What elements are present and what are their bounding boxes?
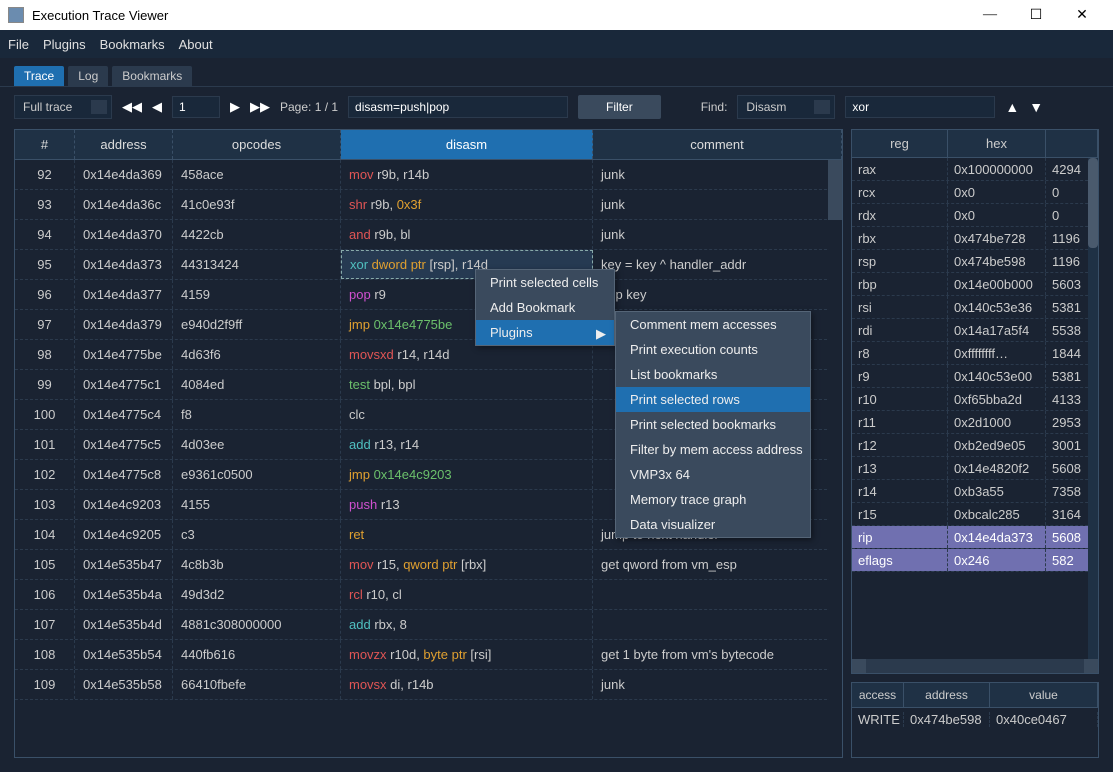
reg-row[interactable]: r130x14e4820f25608 xyxy=(852,457,1098,480)
reg-row[interactable]: rbx0x474be7281196 xyxy=(852,227,1098,250)
tab-log[interactable]: Log xyxy=(68,66,108,86)
reg-row[interactable]: r80xffffffff…1844 xyxy=(852,342,1098,365)
access-row[interactable]: WRITE0x474be5980x40ce0467 xyxy=(852,708,1098,730)
table-row[interactable]: 960x14e4da3774159pop r9pop key xyxy=(15,280,842,310)
app-icon xyxy=(8,7,24,23)
tabs: TraceLogBookmarks xyxy=(0,58,1113,86)
col-disasm[interactable]: disasm xyxy=(341,130,593,159)
tab-trace[interactable]: Trace xyxy=(14,66,64,86)
reg-row[interactable]: rdx0x00 xyxy=(852,204,1098,227)
ctx-plugins[interactable]: Plugins▶ xyxy=(476,320,614,345)
access-header: accessaddressvalue xyxy=(852,683,1098,708)
context-menu[interactable]: Print selected cellsAdd BookmarkPlugins▶ xyxy=(475,269,615,346)
acc-col-access[interactable]: access xyxy=(852,683,904,707)
reg-row[interactable]: r100xf65bba2d4133 xyxy=(852,388,1098,411)
table-row[interactable]: 930x14e4da36c41c0e93fshr r9b, 0x3fjunk xyxy=(15,190,842,220)
table-row[interactable]: 1090x14e535b5866410fbefemovsx di, r14bju… xyxy=(15,670,842,700)
find-label: Find: xyxy=(701,100,728,114)
ctx-print-execution-counts[interactable]: Print execution counts xyxy=(616,337,810,362)
minimize-button[interactable]: — xyxy=(967,0,1013,30)
table-row[interactable]: 1070x14e535b4d4881c308000000add rbx, 8 xyxy=(15,610,842,640)
filter-button[interactable]: Filter xyxy=(578,95,661,119)
close-button[interactable]: ✕ xyxy=(1059,0,1105,30)
scrollbar-v[interactable] xyxy=(1088,158,1098,659)
table-row[interactable]: 920x14e4da369458acemov r9b, r14bjunk xyxy=(15,160,842,190)
access-panel: accessaddressvalue WRITE0x474be5980x40ce… xyxy=(851,682,1099,758)
reg-col-reg[interactable]: reg xyxy=(852,130,948,157)
page-input[interactable] xyxy=(172,96,220,118)
reg-row[interactable]: rcx0x00 xyxy=(852,181,1098,204)
scrollbar-h[interactable] xyxy=(852,659,1098,673)
reg-row[interactable]: rdi0x14a17a5f45538 xyxy=(852,319,1098,342)
context-submenu[interactable]: Comment mem accessesPrint execution coun… xyxy=(615,311,811,538)
ctx-filter-by-mem-access-address[interactable]: Filter by mem access address xyxy=(616,437,810,462)
toolbar: Full trace ◀◀ ◀ ▶ ▶▶ Page: 1 / 1 Filter … xyxy=(0,86,1113,129)
trace-header: #addressopcodesdisasmcomment xyxy=(15,130,842,160)
ctx-print-selected-cells[interactable]: Print selected cells xyxy=(476,270,614,295)
reg-header: reghex xyxy=(852,130,1098,158)
registers-panel: reghex rax0x1000000004294rcx0x00rdx0x00r… xyxy=(851,129,1099,674)
reg-row[interactable]: r120xb2ed9e053001 xyxy=(852,434,1098,457)
find-next-button[interactable]: ▼ xyxy=(1029,99,1043,115)
find-input[interactable] xyxy=(845,96,995,118)
reg-col-val[interactable] xyxy=(1046,130,1098,157)
prev-page-button[interactable]: ◀ xyxy=(152,99,162,115)
last-page-button[interactable]: ▶▶ xyxy=(250,99,270,115)
ctx-list-bookmarks[interactable]: List bookmarks xyxy=(616,362,810,387)
ctx-print-selected-rows[interactable]: Print selected rows xyxy=(616,387,810,412)
ctx-data-visualizer[interactable]: Data visualizer xyxy=(616,512,810,537)
table-row[interactable]: 950x14e4da37344313424xor dword ptr [rsp]… xyxy=(15,250,842,280)
access-body[interactable]: WRITE0x474be5980x40ce0467 xyxy=(852,708,1098,730)
table-row[interactable]: 1060x14e535b4a49d3d2rcl r10, cl xyxy=(15,580,842,610)
maximize-button[interactable]: ☐ xyxy=(1013,0,1059,30)
reg-row[interactable]: rsi0x140c53e365381 xyxy=(852,296,1098,319)
menu-bookmarks[interactable]: Bookmarks xyxy=(100,37,165,52)
reg-row[interactable]: rsp0x474be5981196 xyxy=(852,250,1098,273)
find-prev-button[interactable]: ▲ xyxy=(1005,99,1019,115)
window-title: Execution Trace Viewer xyxy=(32,8,967,23)
reg-row[interactable]: r150xbcalc2853164 xyxy=(852,503,1098,526)
table-row[interactable]: 940x14e4da3704422cband r9b, bljunk xyxy=(15,220,842,250)
col-opcodes[interactable]: opcodes xyxy=(173,130,341,159)
ctx-comment-mem-accesses[interactable]: Comment mem accesses xyxy=(616,312,810,337)
menu-file[interactable]: File xyxy=(8,37,29,52)
table-row[interactable]: 1050x14e535b474c8b3bmov r15, qword ptr [… xyxy=(15,550,842,580)
col-address[interactable]: address xyxy=(75,130,173,159)
ctx-add-bookmark[interactable]: Add Bookmark xyxy=(476,295,614,320)
filter-input[interactable] xyxy=(348,96,568,118)
tab-bookmarks[interactable]: Bookmarks xyxy=(112,66,192,86)
menubar: File Plugins Bookmarks About xyxy=(0,30,1113,58)
find-mode-dropdown[interactable]: Disasm xyxy=(737,95,835,119)
table-row[interactable]: 1080x14e535b54440fb616movzx r10d, byte p… xyxy=(15,640,842,670)
ctx-print-selected-bookmarks[interactable]: Print selected bookmarks xyxy=(616,412,810,437)
next-page-button[interactable]: ▶ xyxy=(230,99,240,115)
page-label: Page: 1 / 1 xyxy=(280,100,338,114)
scope-dropdown[interactable]: Full trace xyxy=(14,95,112,119)
reg-row[interactable]: rbp0x14e00b0005603 xyxy=(852,273,1098,296)
ctx-vmp3x-64[interactable]: VMP3x 64 xyxy=(616,462,810,487)
ctx-memory-trace-graph[interactable]: Memory trace graph xyxy=(616,487,810,512)
reg-row[interactable]: eflags0x246582 xyxy=(852,549,1098,572)
col-#[interactable]: # xyxy=(15,130,75,159)
menu-about[interactable]: About xyxy=(179,37,213,52)
reg-row[interactable]: rip0x14e4da3735608 xyxy=(852,526,1098,549)
reg-row[interactable]: rax0x1000000004294 xyxy=(852,158,1098,181)
col-comment[interactable]: comment xyxy=(593,130,842,159)
reg-row[interactable]: r90x140c53e005381 xyxy=(852,365,1098,388)
first-page-button[interactable]: ◀◀ xyxy=(122,99,142,115)
menu-plugins[interactable]: Plugins xyxy=(43,37,86,52)
acc-col-address[interactable]: address xyxy=(904,683,990,707)
scrollbar-v[interactable] xyxy=(828,160,842,757)
titlebar: Execution Trace Viewer — ☐ ✕ xyxy=(0,0,1113,30)
reg-row[interactable]: r110x2d10002953 xyxy=(852,411,1098,434)
reg-body[interactable]: rax0x1000000004294rcx0x00rdx0x00rbx0x474… xyxy=(852,158,1098,659)
acc-col-value[interactable]: value xyxy=(990,683,1098,707)
reg-col-hex[interactable]: hex xyxy=(948,130,1046,157)
reg-row[interactable]: r140xb3a557358 xyxy=(852,480,1098,503)
